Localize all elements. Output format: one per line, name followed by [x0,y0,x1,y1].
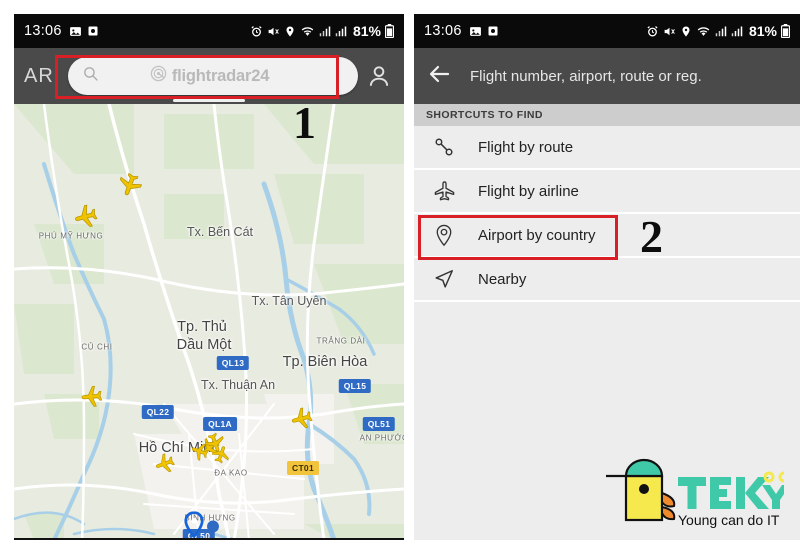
alarm-icon [646,25,659,38]
map-background [14,104,404,538]
wifi-icon [696,25,711,38]
road-badge: QL13 [216,356,250,370]
selected-aircraft-dot [207,520,220,538]
shortcut-label: Flight by airline [478,182,579,200]
search-input-placeholder[interactable]: Flight number, airport, route or reg. [470,68,702,85]
route-icon [432,136,456,158]
shortcut-item-flight-by-route[interactable]: Flight by route [414,126,800,170]
ar-mode-label[interactable]: AR [24,65,62,88]
road-badge: QL15 [338,379,372,393]
screenshot-icon [87,25,99,37]
map-view[interactable]: PHÚ MỸ HƯNG Tx. Bến Cát Tx. Tân Uyên CỦ CHI… [14,104,404,538]
image-icon [469,25,482,38]
alarm-icon [250,25,263,38]
battery-icon [781,24,790,38]
road-badge: QL51 [362,417,396,431]
shortcuts-list: Flight by route Flight by airline Airpor… [414,126,800,302]
battery-percent: 81% [748,23,777,39]
status-bar-right: 13:06 81% [414,14,800,48]
flightradar24-radar-icon [150,65,167,87]
step-marker-1: 1 [293,97,316,148]
screenshot-icon [487,25,499,37]
signal-icon [715,25,727,37]
flightradar-top-bar: AR flightradar24 [14,48,404,104]
shortcut-label: Airport by country [478,226,596,244]
step-marker-2: 2 [640,211,663,262]
search-input[interactable]: flightradar24 [68,57,358,95]
current-location-icon [183,511,205,538]
airplane-icon [432,180,456,203]
battery-percent: 81% [352,23,381,39]
search-icon [82,65,99,87]
shortcut-item-nearby[interactable]: Nearby [414,258,800,302]
home-indicator [173,99,245,102]
teky-tagline: Young can do IT [678,512,780,528]
signal-icon [731,25,743,37]
shortcuts-section-header: SHORTCUTS TO FIND [414,104,800,126]
road-badge: QL1A [203,417,237,431]
navigation-arrow-icon [432,268,456,290]
wifi-icon [300,25,315,38]
signal-icon [335,25,347,37]
road-badge: QL22 [141,405,175,419]
shortcut-label: Flight by route [478,138,574,156]
shortcut-item-airport-by-country[interactable]: Airport by country [414,214,800,258]
road-badge: CT01 [287,461,319,475]
status-bar-left: 13:06 81% [14,14,404,48]
image-icon [69,25,82,38]
mute-icon [267,25,280,38]
status-time: 13:06 [424,23,462,39]
flightradar24-logo-text: flightradar24 [171,66,270,85]
account-icon[interactable] [364,63,394,89]
signal-icon [319,25,331,37]
left-screenshot-panel: 13:06 81% AR flightradar24 PHÚ MỸ HƯNG T… [14,14,404,540]
teky-watermark: Young can do IT [604,455,790,533]
map-pin-icon [432,224,456,247]
back-arrow-icon[interactable] [428,62,452,91]
battery-icon [385,24,394,38]
status-time: 13:06 [24,23,62,39]
mute-icon [663,25,676,38]
shortcut-item-flight-by-airline[interactable]: Flight by airline [414,170,800,214]
location-icon [284,25,296,38]
location-icon [680,25,692,38]
shortcut-label: Nearby [478,270,527,288]
search-bar: Flight number, airport, route or reg. [414,48,800,104]
